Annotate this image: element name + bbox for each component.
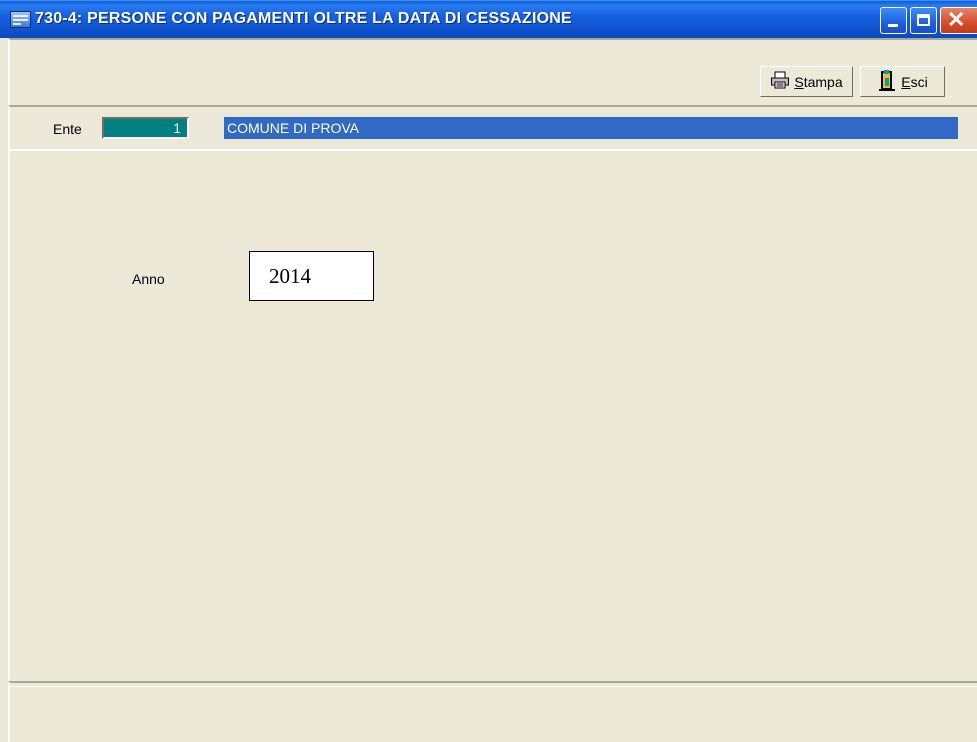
app-icon[interactable] xyxy=(10,11,31,28)
exit-button[interactable]: Esci xyxy=(860,66,945,97)
window-title: 730-4: PERSONE CON PAGAMENTI OLTRE LA DA… xyxy=(35,10,572,27)
app-window: 730-4: PERSONE CON PAGAMENTI OLTRE LA DA… xyxy=(0,0,977,742)
title-bar[interactable]: 730-4: PERSONE CON PAGAMENTI OLTRE LA DA… xyxy=(0,0,977,38)
close-button[interactable]: ✕ xyxy=(940,7,977,34)
close-icon: ✕ xyxy=(947,7,966,32)
status-bar xyxy=(8,681,977,742)
toolbar: Stampa Esci xyxy=(8,38,977,105)
ente-label: Ente xyxy=(53,121,82,137)
status-divider xyxy=(10,686,977,687)
minimize-button[interactable] xyxy=(880,7,907,34)
ente-code-field[interactable]: 1 xyxy=(102,117,189,139)
print-button[interactable]: Stampa xyxy=(760,66,853,97)
anno-input[interactable]: 2014 xyxy=(249,251,374,301)
ente-bar: Ente 1 COMUNE DI PROVA xyxy=(8,105,977,151)
print-button-label: Stampa xyxy=(794,73,843,90)
maximize-icon xyxy=(917,14,930,26)
maximize-button[interactable] xyxy=(910,7,937,34)
ente-name-field: COMUNE DI PROVA xyxy=(224,117,958,139)
anno-label: Anno xyxy=(132,271,165,287)
form-area: Anno 2014 xyxy=(8,151,977,681)
minimize-icon xyxy=(888,24,898,27)
printer-icon xyxy=(770,71,790,92)
door-exit-icon xyxy=(877,69,897,94)
exit-button-label: Esci xyxy=(901,73,928,90)
